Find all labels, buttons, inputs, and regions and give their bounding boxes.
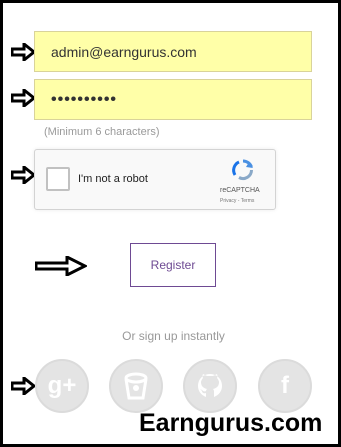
social-signup-heading: Or sign up instantly — [122, 329, 225, 343]
arrow-right-icon — [11, 377, 35, 395]
arrow-right-icon — [11, 166, 35, 184]
recaptcha-brand: reCAPTCHA — [220, 187, 260, 194]
arrow-right-icon — [11, 43, 35, 61]
arrow-right-icon — [35, 256, 87, 276]
recaptcha-checkbox[interactable] — [46, 167, 70, 191]
register-button[interactable]: Register — [130, 243, 216, 287]
google-plus-label: g+ — [47, 372, 77, 399]
bitbucket-icon[interactable] — [109, 359, 163, 413]
signup-frame: •••••••••• (Minimum 6 characters) I'm no… — [0, 0, 341, 447]
arrow-right-icon — [11, 89, 35, 107]
facebook-label: f — [281, 372, 289, 399]
recaptcha-icon — [232, 159, 253, 180]
earngurus-watermark: Earngurus.com — [139, 409, 323, 437]
email-field[interactable] — [34, 31, 312, 72]
password-field[interactable]: •••••••••• — [34, 79, 312, 120]
github-glyph — [198, 374, 222, 397]
github-icon[interactable] — [183, 359, 237, 413]
recaptcha-widget: I'm not a robot reCAPTCHA Privacy - Term… — [34, 149, 276, 210]
google-plus-icon[interactable]: g+ — [35, 359, 89, 413]
password-hint: (Minimum 6 characters) — [44, 126, 160, 138]
bitbucket-glyph — [124, 372, 148, 400]
facebook-icon[interactable]: f — [258, 359, 312, 413]
recaptcha-label: I'm not a robot — [78, 173, 148, 185]
recaptcha-links[interactable]: Privacy - Terms — [220, 198, 254, 204]
